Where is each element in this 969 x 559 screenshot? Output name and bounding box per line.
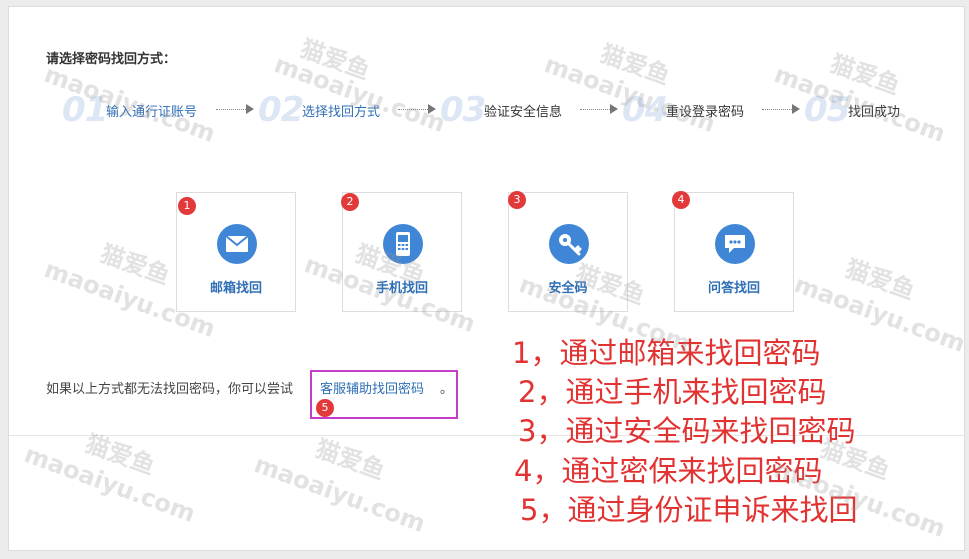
- method-label: 手机找回: [375, 281, 428, 296]
- method-card-qa[interactable]: 问答找回: [674, 192, 794, 312]
- arrow-right-icon: [792, 104, 800, 114]
- arrow-right-icon: [610, 104, 618, 114]
- envelope-icon: [217, 224, 257, 264]
- method-label: 安全码: [548, 281, 588, 296]
- step-connector: [580, 109, 610, 110]
- chat-bubble-icon: [715, 224, 755, 264]
- step-number: 04: [622, 90, 668, 130]
- step-connector: [216, 109, 246, 110]
- page-title: 请选择密码找回方式：: [46, 52, 177, 67]
- annotation-line: 2，通过手机来找回密码: [518, 375, 827, 409]
- arrow-right-icon: [428, 104, 436, 114]
- number-badge: 1: [178, 197, 196, 215]
- step-connector: [398, 109, 428, 110]
- annotation-line: 1，通过邮箱来找回密码: [512, 336, 821, 370]
- step-label: 输入通行证账号: [106, 105, 198, 120]
- method-card-security-code[interactable]: 安全码: [508, 192, 628, 312]
- step-number: 01: [62, 90, 108, 130]
- key-icon: [549, 224, 589, 264]
- method-label: 问答找回: [707, 281, 760, 296]
- annotation-line: 3，通过安全码来找回密码: [518, 414, 856, 448]
- step-label: 选择找回方式: [302, 105, 381, 120]
- help-text: 如果以上方式都无法找回密码，你可以尝试: [46, 382, 294, 397]
- annotation-line: 4，通过密保来找回密码: [514, 454, 823, 488]
- number-badge: 4: [672, 191, 690, 209]
- method-card-phone[interactable]: 手机找回: [342, 192, 462, 312]
- step-label: 找回成功: [848, 105, 901, 120]
- step-label: 重设登录密码: [666, 105, 745, 120]
- step-number: 03: [440, 90, 486, 130]
- method-label: 邮箱找回: [209, 281, 262, 296]
- step-number: 02: [258, 90, 304, 130]
- step-label: 验证安全信息: [484, 105, 563, 120]
- annotation-line: 5，通过身份证申诉来找回: [520, 493, 858, 527]
- step-connector: [762, 109, 792, 110]
- number-badge: 3: [508, 191, 526, 209]
- number-badge: 5: [316, 399, 334, 417]
- arrow-right-icon: [246, 104, 254, 114]
- number-badge: 2: [341, 193, 359, 211]
- mobile-phone-icon: [383, 224, 423, 264]
- step-number: 05: [804, 90, 850, 130]
